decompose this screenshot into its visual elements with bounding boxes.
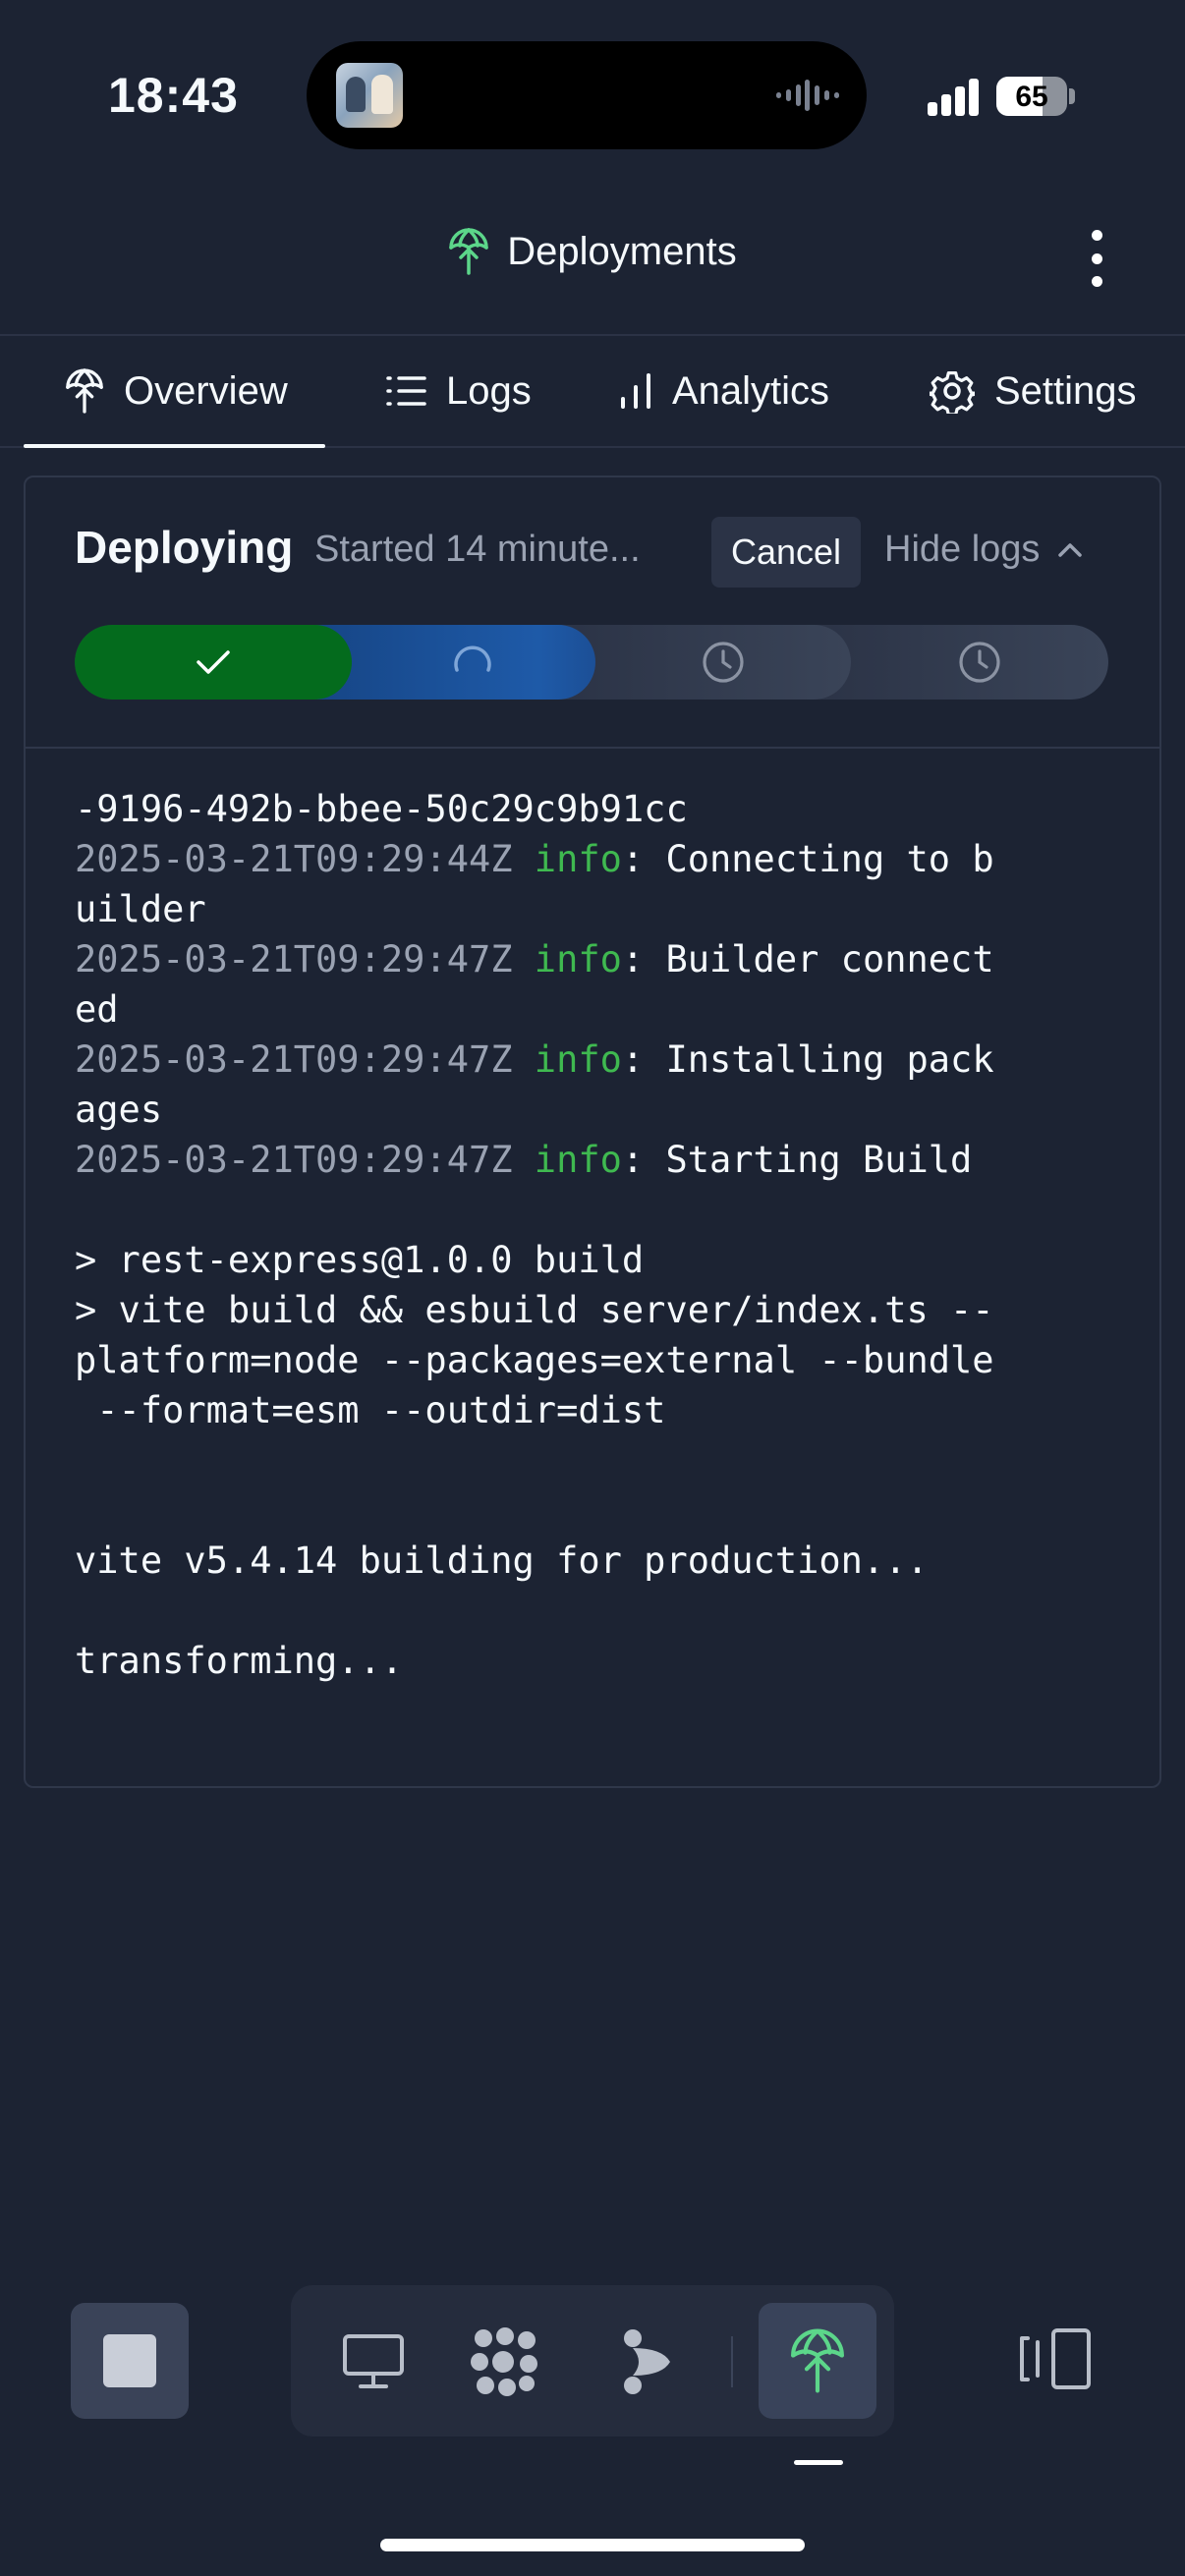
- log-line: transforming...: [75, 1636, 1136, 1686]
- log-line: vite v5.4.14 building for production...: [75, 1536, 1136, 1586]
- build-log: -9196-492b-bbee-50c29c9b91cc 2025-03-21T0…: [75, 784, 1136, 1686]
- cellular-signal-icon: [928, 77, 983, 116]
- log-line: 2025-03-21T09:29:44Z info: Connecting to…: [75, 834, 1136, 884]
- tab-bar: Overview Logs Analytics Settings: [0, 336, 1185, 448]
- hide-logs-label: Hide logs: [884, 529, 1041, 570]
- tab-label: Settings: [994, 368, 1137, 413]
- step-pending: [812, 625, 1108, 700]
- log-text: ed: [75, 988, 119, 1031]
- deploy-icon[interactable]: [759, 2303, 876, 2419]
- step-build-done: [75, 625, 352, 700]
- check-icon: [197, 650, 230, 674]
- cancel-button[interactable]: Cancel: [711, 517, 861, 588]
- log-line: 2025-03-21T09:29:47Z info: Starting Buil…: [75, 1135, 1136, 1185]
- bar-chart-icon: [621, 373, 650, 409]
- workspace-icon[interactable]: [454, 2311, 556, 2413]
- audio-wave-icon: [776, 79, 839, 112]
- page-header: Deployments: [0, 228, 1185, 275]
- desktop-icon[interactable]: [322, 2311, 424, 2413]
- tab-logs[interactable]: Logs: [385, 336, 532, 446]
- log-text: : Connecting to b: [621, 838, 994, 880]
- battery-level: 65: [1015, 81, 1048, 113]
- dynamic-island[interactable]: [307, 41, 867, 149]
- log-text: : Starting Build: [621, 1139, 973, 1181]
- clock-icon: [959, 642, 1000, 683]
- stop-button[interactable]: [71, 2303, 189, 2419]
- log-line: -9196-492b-bbee-50c29c9b91cc: [75, 784, 1136, 834]
- log-text: --format=esm --outdir=dist: [75, 1389, 666, 1431]
- status-time: 18:43: [108, 68, 239, 123]
- step-pending: [556, 625, 851, 700]
- step-in-progress: [310, 625, 595, 700]
- spinner-icon: [454, 645, 491, 672]
- hide-logs-button[interactable]: Hide logs: [884, 529, 1083, 571]
- home-indicator[interactable]: [380, 2539, 805, 2551]
- log-line: > vite build && esbuild server/index.ts …: [75, 1285, 1136, 1335]
- log-timestamp: 2025-03-21T09:29:44Z: [75, 838, 535, 880]
- log-text: transforming...: [75, 1640, 404, 1682]
- tab-label: Logs: [446, 368, 532, 413]
- tab-overview[interactable]: Overview: [24, 336, 325, 448]
- log-line: ed: [75, 984, 1136, 1035]
- log-line: uilder: [75, 884, 1136, 934]
- battery-icon: 65: [996, 77, 1067, 116]
- log-line: 2025-03-21T09:29:47Z info: Installing pa…: [75, 1035, 1136, 1085]
- chevron-up-icon: [1058, 542, 1083, 557]
- log-timestamp: 2025-03-21T09:29:47Z: [75, 1038, 535, 1081]
- tab-settings[interactable]: Settings: [930, 336, 1137, 446]
- gear-icon: [930, 370, 975, 414]
- deploy-icon: [66, 368, 103, 414]
- log-line: ages: [75, 1085, 1136, 1135]
- deployment-header: Deploying Started 14 minute... Cancel Hi…: [26, 477, 1159, 749]
- log-timestamp: 2025-03-21T09:29:47Z: [75, 938, 535, 980]
- more-vertical-icon[interactable]: [1085, 230, 1108, 287]
- tab-label: Analytics: [672, 368, 830, 413]
- deploy-icon: [449, 228, 489, 275]
- list-icon: [386, 376, 426, 406]
- deployment-status: Deploying: [75, 522, 294, 573]
- log-level: info: [534, 938, 622, 980]
- agent-icon[interactable]: [597, 2311, 700, 2413]
- log-text: > vite build && esbuild server/index.ts …: [75, 1289, 994, 1331]
- log-text: : Builder connect: [621, 938, 994, 980]
- active-dock-indicator: [794, 2460, 843, 2465]
- stop-icon: [103, 2334, 156, 2387]
- log-text: platform=node --packages=external --bund…: [75, 1339, 994, 1381]
- log-text: : Installing pack: [621, 1038, 994, 1081]
- clock-icon: [703, 642, 744, 683]
- log-text: ages: [75, 1089, 163, 1131]
- log-text: -9196-492b-bbee-50c29c9b91cc: [75, 788, 688, 830]
- log-text: uilder: [75, 888, 206, 930]
- log-line: --format=esm --outdir=dist: [75, 1385, 1136, 1435]
- log-text: vite v5.4.14 building for production...: [75, 1540, 929, 1582]
- panel-toggle-icon[interactable]: [1016, 2324, 1095, 2393]
- tab-analytics[interactable]: Analytics: [619, 336, 829, 446]
- media-thumbnail: [336, 63, 403, 128]
- tab-label: Overview: [124, 368, 288, 413]
- deployment-progress: [75, 625, 1108, 700]
- log-timestamp: 2025-03-21T09:29:47Z: [75, 1139, 535, 1181]
- deployments-screen: 18:43 65 Deployments Overview Logs Analy…: [0, 0, 1185, 2576]
- log-level: info: [534, 838, 622, 880]
- log-line: platform=node --packages=external --bund…: [75, 1335, 1136, 1385]
- log-level: info: [534, 1038, 622, 1081]
- app-dock: [291, 2285, 894, 2436]
- log-level: info: [534, 1139, 622, 1181]
- deployment-card: Deploying Started 14 minute... Cancel Hi…: [24, 476, 1161, 1788]
- log-line: > rest-express@1.0.0 build: [75, 1235, 1136, 1285]
- deployment-started: Started 14 minute...: [314, 529, 641, 570]
- log-line: 2025-03-21T09:29:47Z info: Builder conne…: [75, 934, 1136, 984]
- log-text: > rest-express@1.0.0 build: [75, 1239, 645, 1281]
- page-title: Deployments: [507, 229, 737, 273]
